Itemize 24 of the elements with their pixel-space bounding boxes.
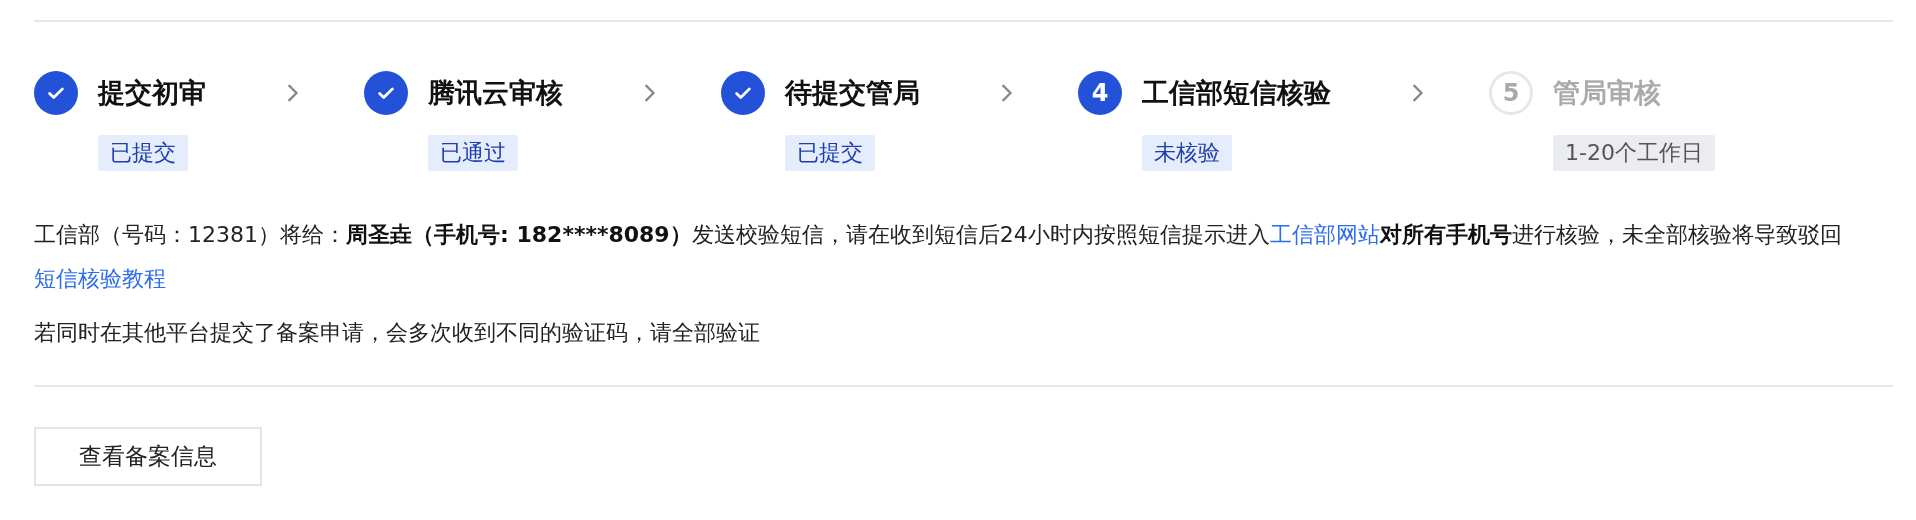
step-number: 5 [1489,71,1533,115]
check-circle-icon [34,71,78,115]
step-title: 腾讯云审核 [428,76,563,110]
link[interactable]: 工信部网站 [1269,222,1380,247]
step-title: 管局审核 [1553,76,1661,110]
chevron-right-icon [643,82,657,104]
chevron-right-icon [286,82,300,104]
status-tag: 已通过 [428,135,518,171]
step-title: 提交初审 [98,76,206,110]
notice-text: 若同时在其他平台提交了备案申请，会多次收到不同的验证码，请全部验证 [34,319,761,347]
view-filing-button[interactable]: 查看备案信息 [34,427,262,486]
notice-text: 工信部（号码：12381）将给：周圣垚（手机号: 182****8089）发送校验短信，请在收到短信后24小时内按照短信提示进入工信部网站对所有手机号进行核验，未全部核验将导致驳回 短信核验教程 [34,221,1843,293]
status-tag: 未核验 [1142,135,1232,171]
step-number: 4 [1078,71,1122,115]
status-tag: 已提交 [785,135,875,171]
check-circle-icon [721,71,765,115]
chevron-right-icon [1000,82,1014,104]
status-tag: 已提交 [98,135,188,171]
status-tag: 1-20个工作日 [1553,135,1715,171]
step-title: 工信部短信核验 [1142,76,1331,110]
link[interactable]: 短信核验教程 [34,266,166,291]
step-title: 待提交管局 [785,76,920,110]
check-circle-icon [364,71,408,115]
chevron-right-icon [1411,82,1425,104]
